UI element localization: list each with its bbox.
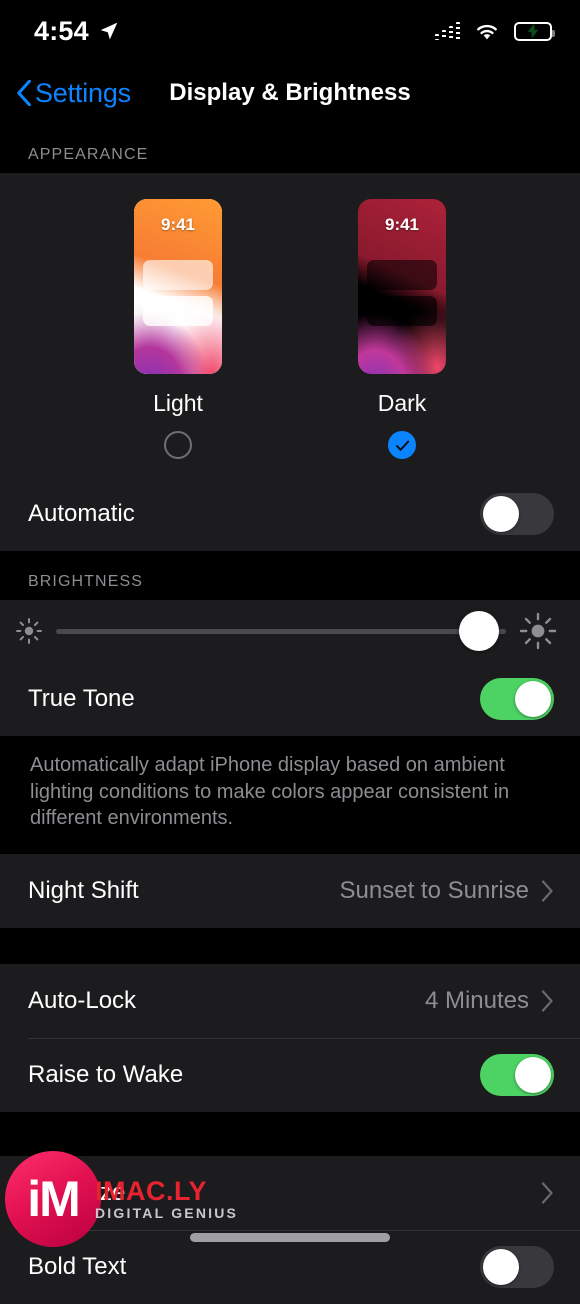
chevron-left-icon bbox=[17, 80, 31, 106]
location-arrow-icon bbox=[100, 22, 118, 40]
section-gap bbox=[0, 927, 580, 964]
chevron-right-icon bbox=[541, 880, 553, 902]
sun-high-icon bbox=[519, 612, 557, 650]
brightness-slider-thumb[interactable] bbox=[459, 611, 499, 651]
true-tone-row[interactable]: True Tone bbox=[0, 662, 580, 736]
text-size-row[interactable]: Text Size bbox=[0, 1156, 580, 1230]
light-theme-preview: 9:41 bbox=[134, 199, 222, 374]
brightness-slider-row[interactable] bbox=[0, 600, 580, 662]
battery-charging-icon bbox=[514, 21, 555, 41]
auto-lock-row[interactable]: Auto-Lock 4 Minutes bbox=[0, 964, 580, 1038]
dark-theme-label: Dark bbox=[377, 390, 427, 416]
automatic-card: Automatic bbox=[0, 477, 580, 551]
raise-to-wake-label: Raise to Wake bbox=[28, 1060, 184, 1088]
automatic-row[interactable]: Automatic bbox=[0, 477, 580, 551]
dark-preview-time: 9:41 bbox=[384, 215, 420, 234]
preview-notification-card bbox=[367, 260, 437, 290]
auto-lock-value: 4 Minutes bbox=[424, 986, 529, 1014]
home-indicator bbox=[190, 1233, 390, 1242]
appearance-card: 9:41 Light 9:41 Dark bbox=[0, 173, 580, 477]
true-tone-label: True Tone bbox=[28, 685, 135, 712]
status-bar-left: 4:54 bbox=[34, 16, 119, 47]
true-tone-toggle[interactable] bbox=[480, 678, 554, 720]
true-tone-description: Automatically adapt iPhone display based… bbox=[0, 736, 580, 854]
automatic-toggle[interactable] bbox=[480, 493, 554, 535]
theme-option-dark[interactable]: 9:41 Dark bbox=[358, 199, 446, 459]
appearance-section-header: APPEARANCE bbox=[0, 124, 580, 173]
section-gap bbox=[0, 1111, 580, 1156]
theme-chooser: 9:41 Light 9:41 Dark bbox=[0, 199, 580, 459]
status-bar: 4:54 bbox=[0, 0, 580, 62]
iphone-screen: 4:54 Settings Display & Brightness APPEA… bbox=[0, 0, 580, 1304]
night-shift-card: Night Shift Sunset to Sunrise bbox=[0, 853, 580, 928]
preview-notification-card bbox=[367, 296, 437, 326]
bold-text-toggle[interactable] bbox=[480, 1245, 554, 1288]
light-preview-time: 9:41 bbox=[160, 215, 196, 234]
text-card: Text Size Bold Text bbox=[0, 1155, 580, 1304]
theme-option-light[interactable]: 9:41 Light bbox=[134, 199, 222, 459]
back-button[interactable]: Settings bbox=[0, 78, 131, 109]
preview-notification-card bbox=[143, 260, 213, 290]
night-shift-label: Night Shift bbox=[28, 876, 139, 904]
bold-text-label: Bold Text bbox=[28, 1252, 127, 1280]
back-button-label: Settings bbox=[35, 77, 131, 108]
status-bar-clock: 4:54 bbox=[34, 15, 89, 46]
chevron-right-icon bbox=[541, 1182, 553, 1204]
preview-notification-card bbox=[143, 296, 213, 326]
light-theme-label: Light bbox=[153, 390, 203, 416]
sun-low-icon bbox=[16, 618, 42, 644]
cellular-signal-icon bbox=[435, 22, 460, 40]
light-theme-radio[interactable] bbox=[164, 431, 192, 459]
checkmark-icon bbox=[395, 440, 409, 451]
automatic-label: Automatic bbox=[28, 500, 135, 527]
auto-lock-label: Auto-Lock bbox=[28, 986, 137, 1014]
wifi-icon bbox=[477, 24, 497, 39]
navigation-bar: Settings Display & Brightness bbox=[0, 62, 580, 124]
lock-card: Auto-Lock 4 Minutes Raise to Wake bbox=[0, 963, 580, 1112]
dark-theme-preview: 9:41 bbox=[358, 199, 446, 374]
night-shift-value: Sunset to Sunrise bbox=[339, 876, 529, 904]
brightness-section-header: BRIGHTNESS bbox=[0, 551, 580, 600]
raise-to-wake-toggle[interactable] bbox=[480, 1053, 554, 1096]
dark-theme-radio[interactable] bbox=[388, 431, 416, 459]
status-bar-right bbox=[435, 21, 555, 41]
raise-to-wake-row[interactable]: Raise to Wake bbox=[0, 1037, 580, 1112]
chevron-right-icon bbox=[541, 990, 553, 1012]
brightness-slider-track[interactable] bbox=[56, 611, 506, 651]
night-shift-row[interactable]: Night Shift Sunset to Sunrise bbox=[0, 854, 580, 928]
brightness-card: True Tone bbox=[0, 600, 580, 736]
text-size-label: Text Size bbox=[28, 1178, 126, 1206]
